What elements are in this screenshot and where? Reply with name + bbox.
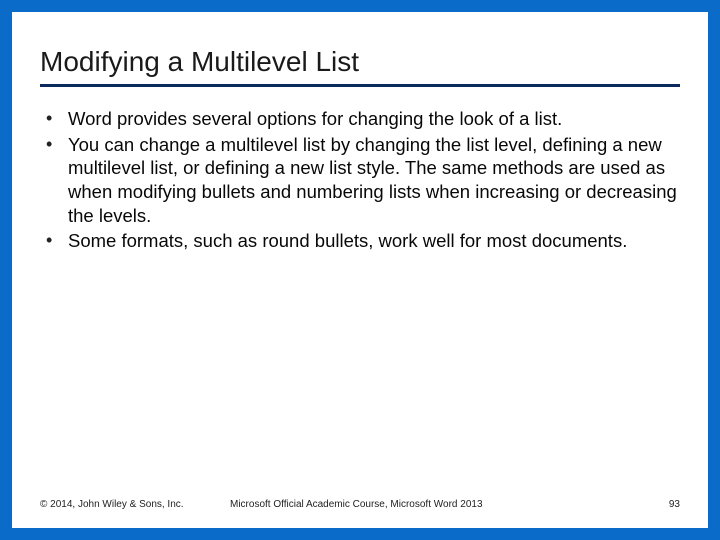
slide-content: Word provides several options for changi… <box>40 97 680 493</box>
bullet-list: Word provides several options for changi… <box>40 107 680 253</box>
slide-footer: © 2014, John Wiley & Sons, Inc. Microsof… <box>40 493 680 510</box>
list-item: You can change a multilevel list by chan… <box>40 133 680 228</box>
list-item: Some formats, such as round bullets, wor… <box>40 229 680 253</box>
slide-title: Modifying a Multilevel List <box>40 46 680 87</box>
footer-page-number: 93 <box>640 499 680 510</box>
footer-copyright: © 2014, John Wiley & Sons, Inc. <box>40 499 230 510</box>
footer-course: Microsoft Official Academic Course, Micr… <box>230 499 640 510</box>
slide: Modifying a Multilevel List Word provide… <box>12 12 708 528</box>
list-item: Word provides several options for changi… <box>40 107 680 131</box>
